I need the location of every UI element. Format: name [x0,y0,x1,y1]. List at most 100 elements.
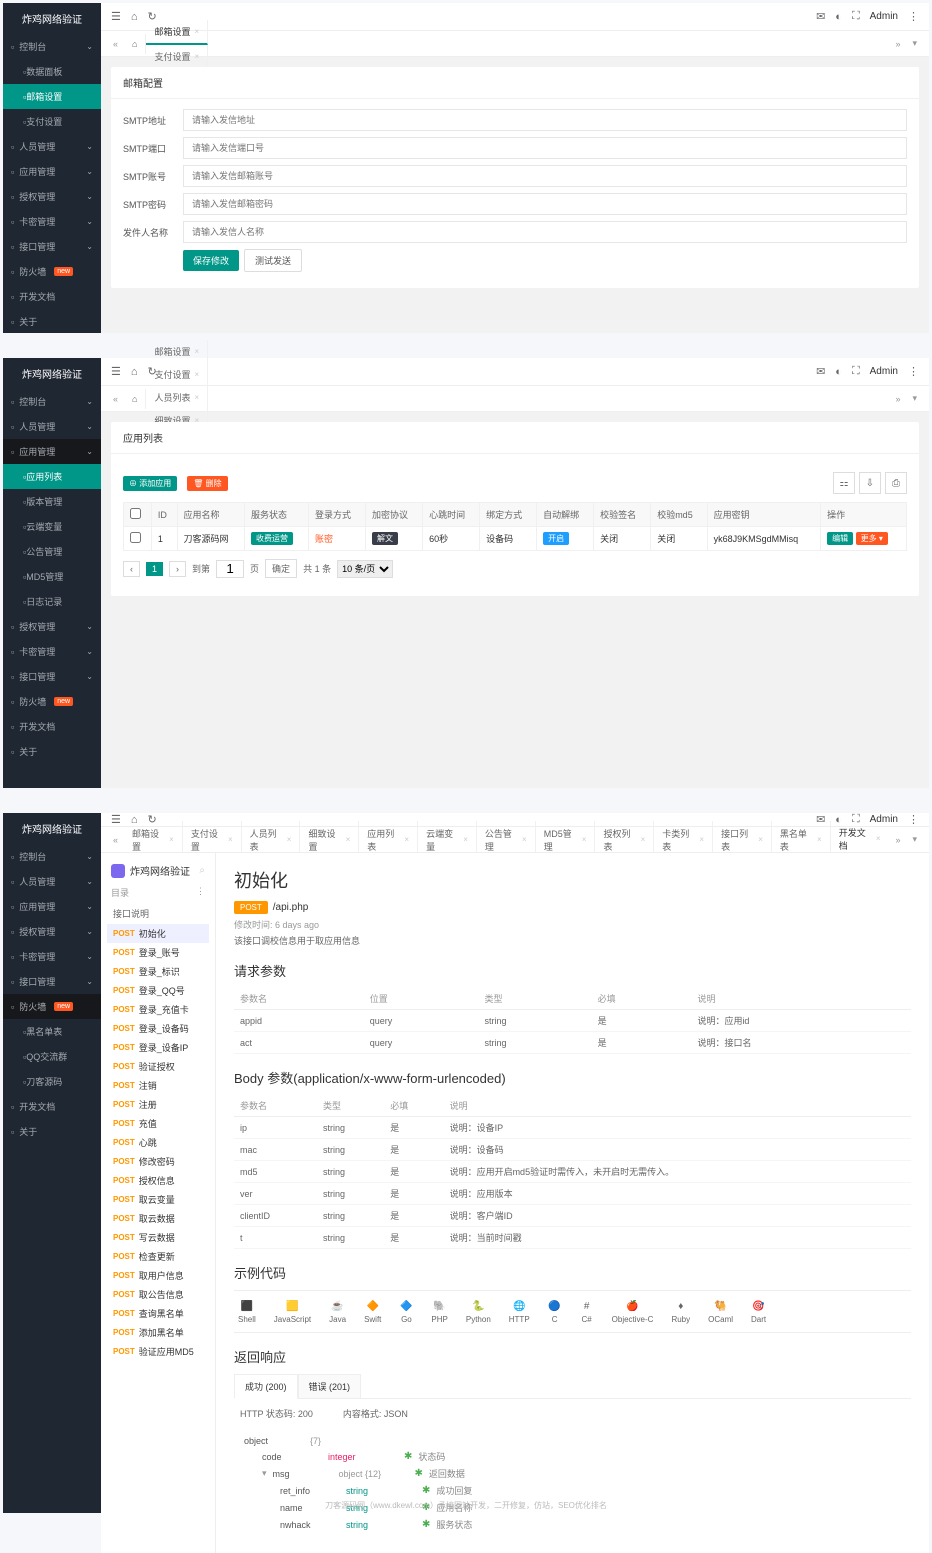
doc-nav-item[interactable]: POST添加黑名单 [107,1323,209,1342]
doc-nav-item[interactable]: POST登录_账号 [107,943,209,962]
fullscreen-icon[interactable]: ⛶ [852,10,860,23]
form-input[interactable] [183,165,907,187]
more-icon[interactable]: ⋮ [908,365,919,378]
doc-nav-item[interactable]: POST修改密码 [107,1152,209,1171]
sidebar-item[interactable]: ▫黑名单表 [3,1019,101,1044]
tab[interactable]: 邮箱设置× [146,20,208,45]
menu-icon[interactable]: ☰ [111,813,121,826]
tab[interactable]: 人员列表× [146,386,208,409]
home-icon[interactable]: ⌂ [131,366,138,378]
sidebar-item[interactable]: ▫人员管理⌄ [3,134,101,159]
theme-icon[interactable]: ◐ [835,11,842,23]
sidebar-item[interactable]: ▫云端变量 [3,514,101,539]
tabs-prev-icon[interactable]: « [107,394,124,404]
doc-nav-item[interactable]: POST注册 [107,1095,209,1114]
sidebar-item[interactable]: ▫日志记录 [3,589,101,614]
sidebar-item[interactable]: ▫接口管理⌄ [3,969,101,994]
sidebar-item[interactable]: ▫卡密管理⌄ [3,209,101,234]
doc-nav-item[interactable]: POST取公告信息 [107,1285,209,1304]
theme-icon[interactable]: ◐ [835,366,842,378]
doc-nav-item[interactable]: POST取云数据 [107,1209,209,1228]
doc-cat-menu-icon[interactable]: ⋮ [196,886,205,899]
close-icon[interactable]: × [463,835,468,844]
sidebar-item[interactable]: ▫关于 [3,309,101,334]
doc-nav-item[interactable]: POST心跳 [107,1133,209,1152]
tabs-next-icon[interactable]: » [889,39,906,49]
close-icon[interactable]: × [817,835,822,844]
test-send-button[interactable]: 测试发送 [244,249,302,272]
sidebar-item[interactable]: ▫数据面板 [3,59,101,84]
page-next[interactable]: › [169,561,186,577]
goto-input[interactable] [216,560,244,578]
doc-nav-item[interactable]: POST登录_充值卡 [107,1000,209,1019]
sidebar-item[interactable]: ▫控制台⌄ [3,34,101,59]
lang-option[interactable]: 🔶Swift [364,1299,381,1324]
close-icon[interactable]: × [582,835,587,844]
doc-nav-item[interactable]: POST初始化 [107,924,209,943]
tab-home[interactable]: ⌂ [124,389,146,409]
doc-nav-item[interactable]: POST验证授权 [107,1057,209,1076]
lang-option[interactable]: ⬛Shell [238,1299,256,1324]
close-icon[interactable]: × [404,835,409,844]
lang-option[interactable]: 🍎Objective-C [612,1299,654,1324]
tabs-menu-icon[interactable]: ▾ [906,38,923,49]
lang-option[interactable]: #C# [580,1299,594,1324]
response-tab[interactable]: 错误 (201) [298,1374,362,1398]
close-icon[interactable]: × [287,835,292,844]
sidebar-item[interactable]: ▫防火墙new [3,259,101,284]
close-icon[interactable]: × [699,835,704,844]
sidebar-item[interactable]: ▫应用管理⌄ [3,159,101,184]
tabs-next-icon[interactable]: » [889,835,906,845]
close-icon[interactable]: × [194,370,199,379]
close-icon[interactable]: × [346,835,351,844]
lang-option[interactable]: ☕Java [329,1299,346,1324]
close-icon[interactable]: × [169,835,174,844]
page-prev[interactable]: ‹ [123,561,140,577]
delete-button[interactable]: 🗑 删除 [187,476,227,491]
doc-nav-item[interactable]: POST充值 [107,1114,209,1133]
sidebar-item[interactable]: ▫公告管理 [3,539,101,564]
sidebar-item[interactable]: ▫MD5管理 [3,564,101,589]
lang-option[interactable]: 🐘PHP [431,1299,447,1324]
sidebar-item[interactable]: ▫接口管理⌄ [3,234,101,259]
sidebar-item[interactable]: ▫开发文档 [3,284,101,309]
message-icon[interactable]: ✉ [816,365,825,378]
doc-nav-item[interactable]: POST登录_QQ号 [107,981,209,1000]
sidebar-item[interactable]: ▫接口管理⌄ [3,664,101,689]
doc-nav-item[interactable]: POST登录_标识 [107,962,209,981]
response-tab[interactable]: 成功 (200) [234,1374,298,1399]
filter-icon[interactable]: ⚏ [833,472,855,494]
tabs-next-icon[interactable]: » [889,394,906,404]
more-icon[interactable]: ⋮ [908,813,919,826]
export-icon[interactable]: ⇩ [859,472,881,494]
tabs-prev-icon[interactable]: « [107,39,124,49]
sidebar-item[interactable]: ▫应用管理⌄ [3,439,101,464]
doc-nav-item[interactable]: POST取云变量 [107,1190,209,1209]
close-icon[interactable]: × [228,835,233,844]
lang-option[interactable]: 🎯Dart [751,1299,766,1324]
close-icon[interactable]: × [194,347,199,356]
close-icon[interactable]: × [758,835,763,844]
per-page-select[interactable]: 10 条/页 [337,560,393,578]
tab[interactable]: 支付设置× [146,363,208,386]
tabs-prev-icon[interactable]: « [107,835,124,845]
search-icon[interactable]: ⌕ [199,865,205,876]
doc-nav-item[interactable]: POST写云数据 [107,1228,209,1247]
menu-icon[interactable]: ☰ [111,10,121,23]
doc-nav-item[interactable]: POST验证应用MD5 [107,1342,209,1361]
tab-home[interactable]: ⌂ [124,34,146,54]
admin-user[interactable]: Admin [870,366,898,377]
sidebar-item[interactable]: ▫应用管理⌄ [3,894,101,919]
home-icon[interactable]: ⌂ [131,11,138,23]
doc-nav-item[interactable]: POST查询黑名单 [107,1304,209,1323]
more-button[interactable]: 更多 ▾ [856,532,888,545]
lang-option[interactable]: 🔷Go [399,1299,413,1324]
sidebar-item[interactable]: ▫版本管理 [3,489,101,514]
add-app-button[interactable]: ⊕ 添加应用 [123,476,177,491]
form-input[interactable] [183,137,907,159]
sidebar-item[interactable]: ▫控制台⌄ [3,844,101,869]
select-all-checkbox[interactable] [130,508,141,519]
tabs-menu-icon[interactable]: ▾ [906,834,923,845]
form-input[interactable] [183,221,907,243]
sidebar-item[interactable]: ▫卡密管理⌄ [3,639,101,664]
